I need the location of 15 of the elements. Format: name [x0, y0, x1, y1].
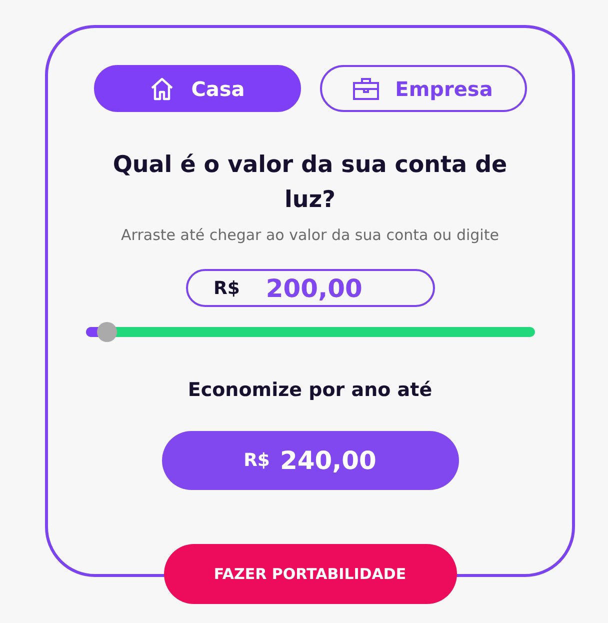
currency-text: R$ [214, 278, 240, 298]
hint-text: Arraste até chegar ao valor da sua conta ou digite [121, 226, 499, 244]
question-title: Qual é o valor da sua conta de luz? [112, 151, 508, 215]
currency-text: R$ [244, 450, 270, 471]
briefcase-icon [353, 76, 380, 100]
house-icon [149, 76, 176, 102]
slider-track[interactable] [86, 322, 534, 342]
portability-button[interactable]: FAZER PORTABILIDADE [164, 544, 456, 604]
amount-field[interactable]: R$ 200,00 [186, 269, 434, 307]
savings-label: Economize por ano até [188, 379, 432, 401]
amount-text: 200,00 [266, 274, 362, 302]
slider-thumb[interactable] [96, 322, 117, 342]
tab[interactable]: Empresa [320, 65, 526, 112]
amount-text: 240,00 [280, 446, 376, 475]
tab[interactable]: Casa [94, 65, 300, 112]
